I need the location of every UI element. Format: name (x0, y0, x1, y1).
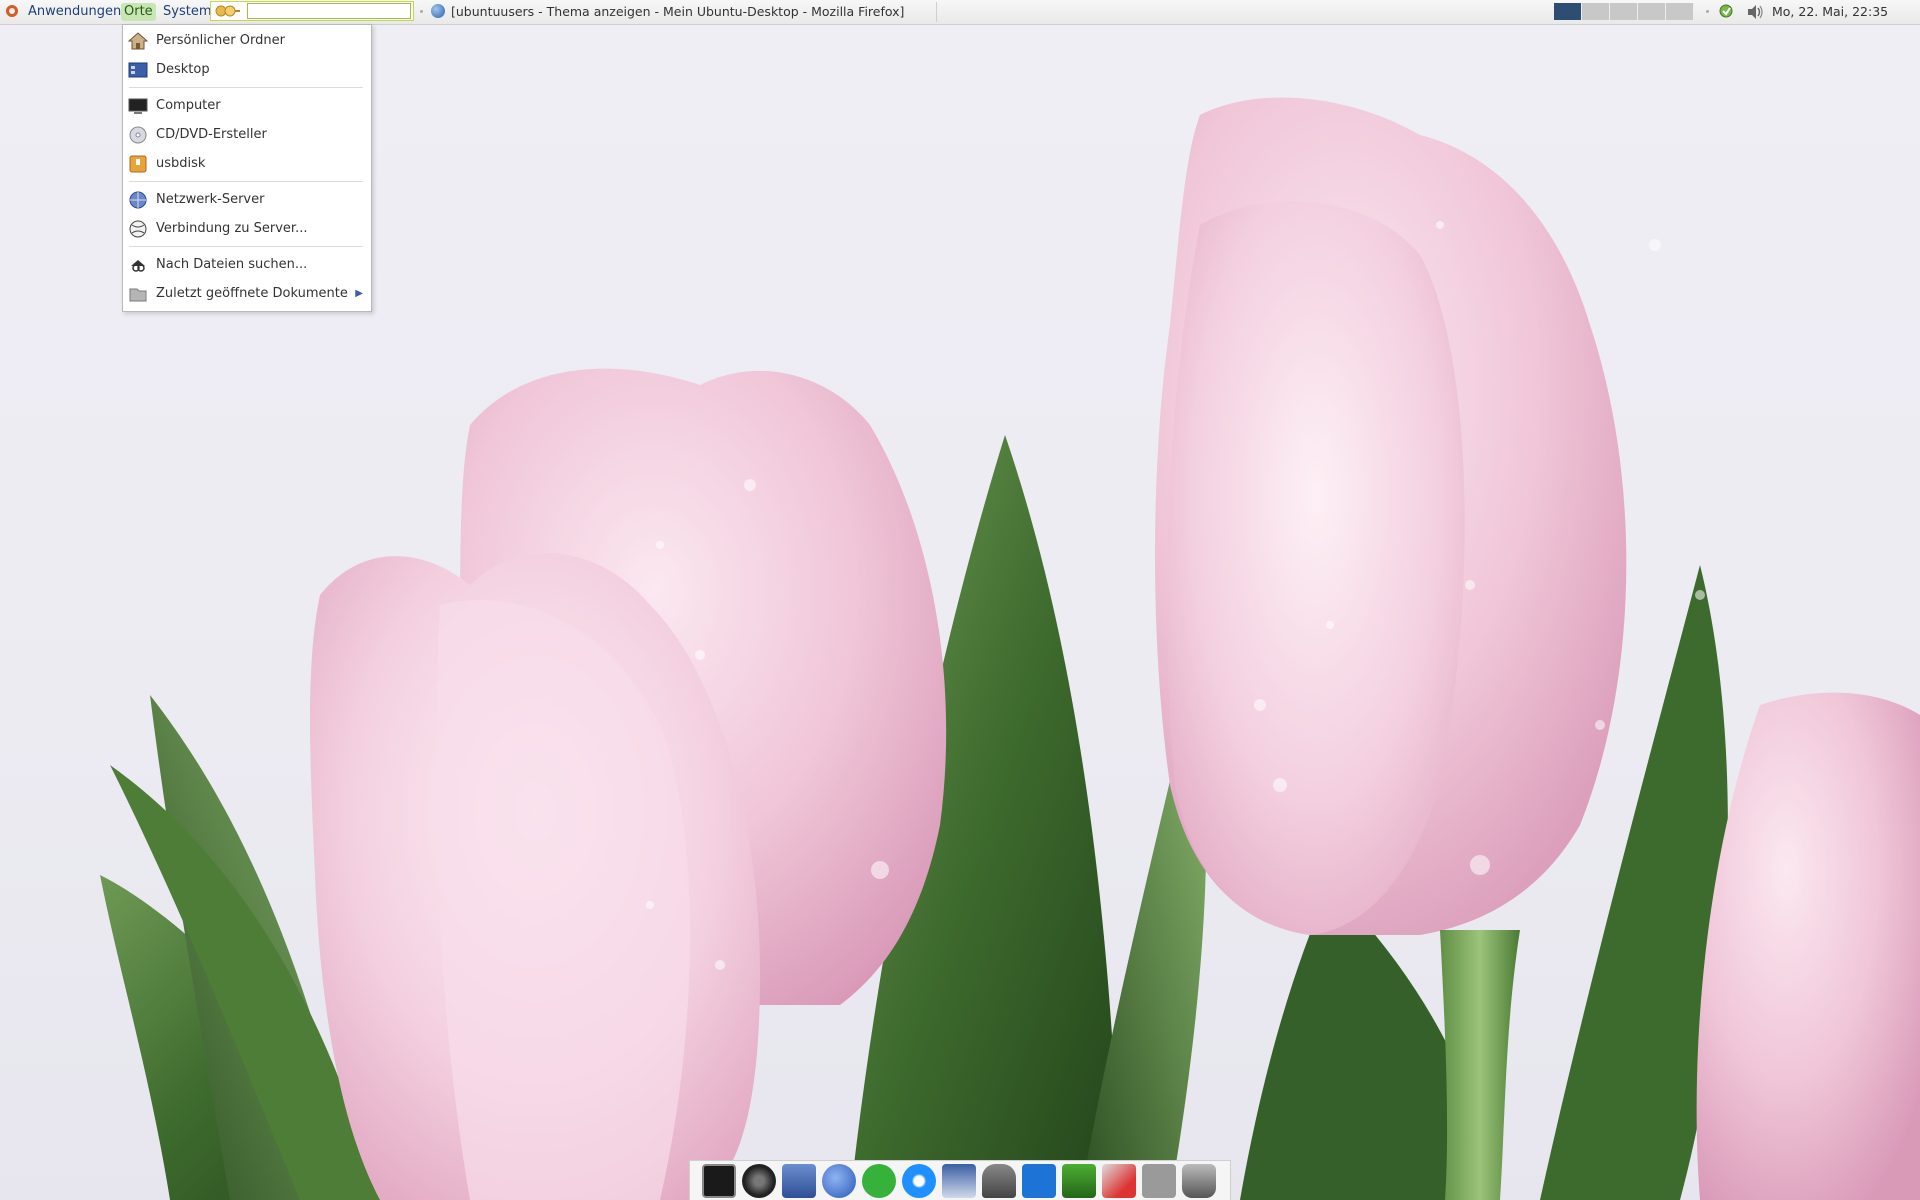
pidgin-icon[interactable] (822, 1163, 856, 1198)
search-keys-icon[interactable] (215, 4, 241, 18)
workspace-1[interactable] (1554, 3, 1582, 20)
connect-server-icon (129, 220, 147, 238)
video-editor-icon[interactable] (942, 1163, 976, 1198)
firefox-icon (431, 4, 445, 18)
menu-separator (129, 181, 363, 182)
submenu-arrow-icon: ▶ (355, 288, 363, 299)
clock[interactable]: Mo, 22. Mai, 22:35 (1772, 3, 1888, 21)
menu-item-home-folder[interactable]: Persönlicher Ordner (123, 27, 369, 55)
applications-menu[interactable]: Anwendungen (25, 3, 124, 21)
menu-separator (129, 246, 363, 247)
workspace-2[interactable] (1582, 3, 1610, 20)
top-panel: Anwendungen Orte System [ubuntuusers - T… (0, 0, 1920, 25)
menu-item-label: Zuletzt geöffnete Dokumente (156, 286, 348, 301)
recent-documents-icon (129, 288, 147, 302)
desktop-icon (128, 62, 148, 78)
home-folder-icon (128, 32, 148, 50)
panel-separator (1706, 10, 1709, 13)
workspace-5[interactable] (1666, 3, 1694, 20)
terminal-icon[interactable] (702, 1163, 736, 1198)
menu-item-cd-dvd[interactable]: CD/DVD-Ersteller (123, 121, 369, 149)
menu-item-label: usbdisk (156, 156, 206, 171)
menu-item-label: CD/DVD-Ersteller (156, 127, 267, 142)
panel-separator (936, 2, 937, 22)
menu-item-desktop[interactable]: Desktop (123, 56, 369, 84)
places-dropdown-menu: Persönlicher Ordner Desktop Computer CD/… (122, 24, 372, 312)
dock (689, 1160, 1231, 1200)
computer-icon (128, 98, 148, 114)
menu-item-label: Computer (156, 98, 221, 113)
network-server-icon (129, 191, 147, 209)
menu-item-label: Persönlicher Ordner (156, 33, 285, 48)
menu-item-label: Nach Dateien suchen... (156, 257, 308, 272)
menu-item-search-files[interactable]: Nach Dateien suchen... (123, 251, 369, 279)
writer-icon[interactable] (1022, 1163, 1056, 1198)
file-search-icon (131, 260, 145, 272)
places-menu-button[interactable]: Orte (121, 3, 156, 21)
network-tool-icon[interactable] (1062, 1163, 1096, 1198)
workspace-switcher[interactable] (1554, 3, 1694, 20)
skype-icon[interactable] (862, 1163, 896, 1198)
menu-item-usbdisk[interactable]: usbdisk (123, 150, 369, 178)
update-notifier-icon[interactable] (1719, 4, 1733, 18)
menu-item-label: Verbindung zu Server... (156, 221, 308, 236)
taskbar-window-firefox[interactable]: [ubuntuusers - Thema anzeigen - Mein Ubu… (431, 2, 904, 22)
workspace-4[interactable] (1638, 3, 1666, 20)
menu-item-connect-server[interactable]: Verbindung zu Server... (123, 215, 369, 243)
menu-separator (129, 87, 363, 88)
calculator-icon[interactable] (1142, 1163, 1176, 1198)
draw-icon[interactable] (1102, 1163, 1136, 1198)
window-title: [ubuntuusers - Thema anzeigen - Mein Ubu… (451, 4, 905, 19)
menu-item-label: Netzwerk-Server (156, 192, 265, 207)
menu-item-computer[interactable]: Computer (123, 92, 369, 120)
ubuntu-logo-icon[interactable] (6, 5, 18, 17)
system-menu[interactable]: System (160, 3, 214, 21)
search-input[interactable] (247, 3, 411, 19)
cd-dvd-icon (129, 126, 147, 144)
browser-icon[interactable] (902, 1163, 936, 1198)
usb-disk-icon (129, 155, 147, 173)
panel-separator (420, 10, 423, 13)
menu-item-label: Desktop (156, 62, 210, 77)
menu-item-recent-documents[interactable]: Zuletzt geöffnete Dokumente ▶ (123, 280, 369, 308)
workspace-3[interactable] (1610, 3, 1638, 20)
trash-icon[interactable] (1182, 1163, 1216, 1198)
file-manager-icon[interactable] (782, 1163, 816, 1198)
menu-item-network-server[interactable]: Netzwerk-Server (123, 186, 369, 214)
volume-icon[interactable] (1746, 4, 1764, 20)
camera-icon[interactable] (742, 1163, 776, 1198)
search-box (210, 1, 414, 21)
gimp-icon[interactable] (982, 1163, 1016, 1198)
